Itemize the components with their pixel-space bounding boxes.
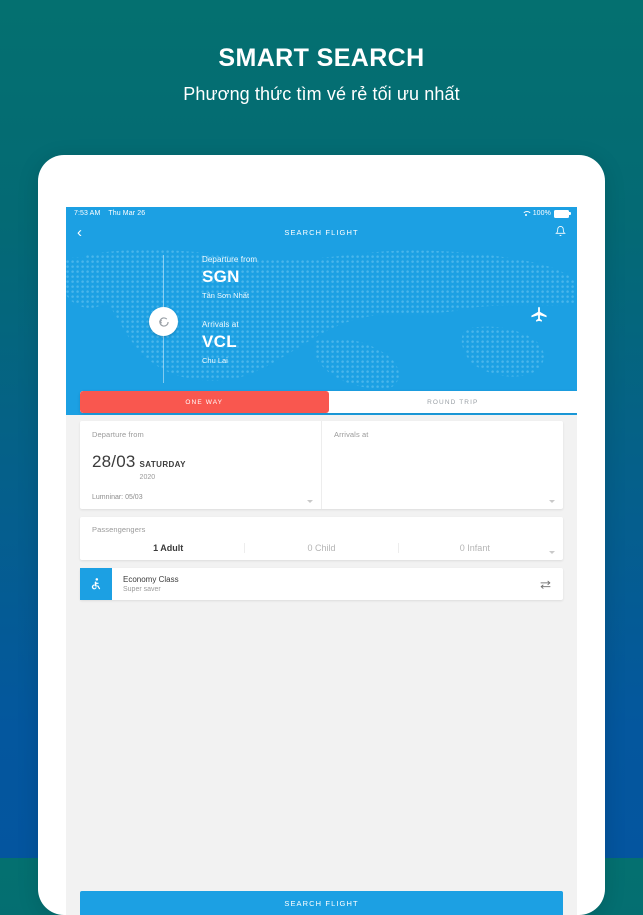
departure-lunar-date: Lumninar: 05/03 xyxy=(92,494,143,502)
cabin-class-title: Economy Class xyxy=(123,575,179,585)
departure-year: 2020 xyxy=(139,473,156,481)
departure-airport-name: Tân Sơn Nhất xyxy=(202,291,250,300)
trip-type-tabs: ONE WAY ROUND TRIP xyxy=(66,391,577,415)
departure-field[interactable]: Departure from SGN Tân Sơn Nhất xyxy=(202,255,257,300)
departure-date-label: Departure from xyxy=(92,430,144,439)
swap-route-button[interactable] xyxy=(149,307,178,336)
nav-bar: ‹ SEARCH FLIGHT xyxy=(66,220,577,245)
departure-code: SGN xyxy=(202,267,240,286)
passengers-card[interactable]: Passengengers 1 Adult 0 Child 0 Infant xyxy=(80,517,563,561)
dates-card: Departure from 28/03 SATURDAY 2020 Lumni… xyxy=(80,421,563,510)
status-bar: 7:53 AM Thu Mar 26 100% xyxy=(66,207,577,220)
departure-date-picker[interactable]: Departure from 28/03 SATURDAY 2020 Lumni… xyxy=(80,421,321,509)
page-title: SMART SEARCH xyxy=(218,44,425,72)
swap-horizontal-icon[interactable] xyxy=(539,568,563,600)
tab-round-trip[interactable]: ROUND TRIP xyxy=(328,391,577,413)
battery-percent: 100% xyxy=(532,210,551,217)
form-scroll-area: Departure from 28/03 SATURDAY 2020 Lumni… xyxy=(66,415,577,915)
status-date: Thu Mar 26 xyxy=(108,210,146,217)
nav-title: SEARCH FLIGHT xyxy=(284,228,359,237)
battery-icon xyxy=(554,209,571,218)
arrival-code: VCL xyxy=(202,332,237,351)
tablet-screen: 7:53 AM Thu Mar 26 100% ‹ SEARCH FLIGHT xyxy=(66,207,577,915)
arrival-airport-name: Chu Lai xyxy=(202,356,228,365)
chevron-left-icon[interactable]: ‹ xyxy=(77,225,82,240)
departure-date-value: 28/03 xyxy=(92,452,136,471)
return-date-label: Arrivals at xyxy=(334,430,369,439)
arrival-label: Arrivals at xyxy=(202,320,239,329)
swap-rotate-icon xyxy=(158,316,169,327)
search-flight-button[interactable]: SEARCH FLIGHT xyxy=(80,891,563,915)
page-subtitle: Phương thức tìm vé rẻ tối ưu nhất xyxy=(183,84,460,104)
wifi-icon xyxy=(522,210,530,217)
departure-weekday: SATURDAY xyxy=(139,460,186,469)
status-time: 7:53 AM xyxy=(74,210,101,217)
passenger-infant-count[interactable]: 0 Infant xyxy=(397,543,551,554)
passengers-label: Passengengers xyxy=(92,525,146,535)
tab-one-way[interactable]: ONE WAY xyxy=(80,391,329,413)
chevron-down-icon[interactable] xyxy=(307,500,313,504)
passenger-child-count[interactable]: 0 Child xyxy=(244,543,397,554)
cabin-class-card[interactable]: Economy Class Super saver xyxy=(80,568,563,601)
bell-icon[interactable] xyxy=(555,224,566,242)
passenger-adult-count[interactable]: 1 Adult xyxy=(92,543,244,553)
route-fields: Departure from SGN Tân Sơn Nhất Arrivals… xyxy=(202,255,257,365)
arrival-field[interactable]: Arrivals at VCL Chu Lai xyxy=(202,320,257,365)
wheelchair-accessible-icon xyxy=(80,568,112,601)
chevron-down-icon[interactable] xyxy=(549,551,555,555)
airplane-icon xyxy=(529,305,549,330)
tablet-device-frame: 7:53 AM Thu Mar 26 100% ‹ SEARCH FLIGHT xyxy=(38,155,605,915)
departure-label: Departure from xyxy=(202,255,258,264)
chevron-down-icon[interactable] xyxy=(549,500,555,504)
return-date-picker[interactable]: Arrivals at xyxy=(321,421,563,510)
cabin-class-subtitle: Super saver xyxy=(123,586,161,594)
route-hero: Departure from SGN Tân Sơn Nhất Arrivals… xyxy=(66,245,577,391)
promo-header: SMART SEARCH Phương thức tìm vé rẻ tối ư… xyxy=(0,0,643,105)
